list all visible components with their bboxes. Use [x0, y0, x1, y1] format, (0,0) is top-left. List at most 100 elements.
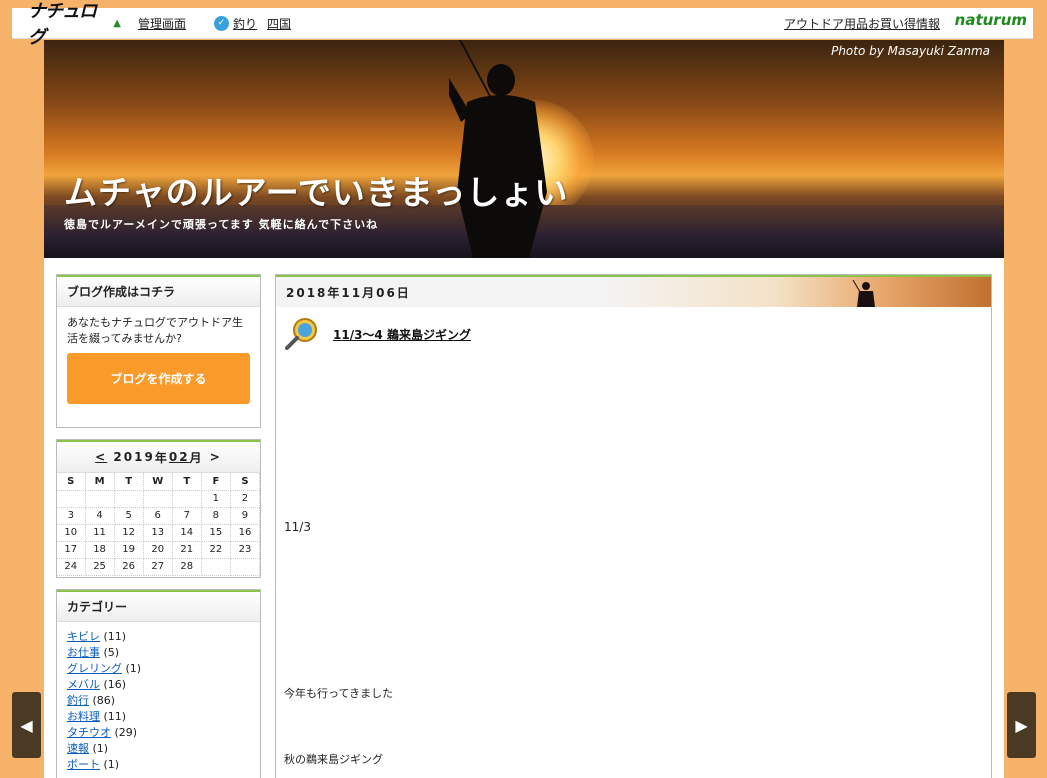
calendar-grid: S M T W T F S 1 2 3 4 5 6 7 8 9 10 11 12… — [57, 473, 261, 576]
calendar-day: 15 — [201, 524, 231, 542]
photo-credit: Photo by Masayuki Zanma — [831, 44, 990, 58]
calendar-day: 14 — [172, 524, 202, 542]
calendar-day: 26 — [114, 558, 144, 576]
calendar-day: 28 — [172, 558, 202, 576]
calendar-day: 10 — [57, 524, 86, 542]
entry-date: 2018年11月06日 — [286, 285, 411, 300]
main-content: 2018年11月06日 11/3～4 鵜来島ジギング 11/3 今年も行ってきま… — [275, 274, 992, 778]
admin-link[interactable]: 管理画面 — [138, 15, 186, 32]
site-logo[interactable]: ナチュログ ▲ — [28, 1, 121, 48]
category-item: メバル (16) — [67, 677, 250, 693]
top-navbar: ナチュログ ▲ 管理画面 ✓ 釣り 四国 アウトドア用品お買い得情報 natur… — [12, 1, 1033, 48]
create-blog-button[interactable]: ブログを作成する — [67, 353, 250, 404]
calendar-day — [57, 490, 86, 508]
next-page-button[interactable]: ▶ — [1007, 692, 1036, 758]
region-link-shikoku[interactable]: 四国 — [267, 15, 291, 32]
calendar-month[interactable]: 02 — [169, 450, 190, 464]
category-item: 釣行 (86) — [67, 693, 250, 709]
calendar-day: 21 — [172, 541, 202, 559]
category-item: お料理 (11) — [67, 709, 250, 725]
calendar-day: 25 — [85, 558, 115, 576]
blog-title[interactable]: ムチャのルアーでいきまっしょい — [64, 166, 568, 214]
category-item: グレリング (1) — [67, 661, 250, 677]
create-blog-heading: ブログ作成はコチラ — [57, 275, 260, 307]
calendar-day: 5 — [114, 507, 144, 525]
calendar-dow: W — [143, 473, 173, 491]
calendar: < 2019 年 02 月 > S M T W T F S 1 2 3 4 5 … — [56, 439, 261, 578]
category-heading: カテゴリー — [57, 590, 260, 622]
category-link[interactable]: ボート — [67, 758, 100, 771]
calendar-day — [114, 490, 144, 508]
create-blog-text: あなたもナチュログでアウトドア生活を綴ってみませんか? — [67, 316, 243, 345]
entry-title-link[interactable]: 11/3～4 鵜来島ジギング — [333, 326, 471, 343]
category-count: (11) — [103, 630, 127, 643]
calendar-day: 17 — [57, 541, 86, 559]
category-item: ボート (1) — [67, 757, 250, 773]
outdoor-deals-link[interactable]: アウトドア用品お買い得情報 — [784, 15, 940, 32]
blog-header[interactable]: Photo by Masayuki Zanma ムチャのルアーでいきまっしょい … — [44, 40, 1004, 258]
angler-mini-icon — [852, 280, 875, 307]
calendar-day: 24 — [57, 558, 86, 576]
category-count: (16) — [103, 678, 127, 691]
category-count: (1) — [103, 758, 120, 771]
calendar-prev-month[interactable]: < — [95, 450, 107, 464]
calendar-day: 8 — [201, 507, 231, 525]
category-list: キビレ (11) お仕事 (5) グレリング (1) メバル (16) 釣行 (… — [57, 622, 260, 778]
category-link[interactable]: グレリング — [67, 662, 122, 675]
category-link[interactable]: お料理 — [67, 710, 100, 723]
fishing-category-icon: ✓ — [214, 15, 230, 31]
calendar-year-suffix: 年 — [154, 450, 169, 465]
calendar-day: 11 — [85, 524, 115, 542]
category-link[interactable]: 速報 — [67, 742, 89, 755]
blog-subtitle: 徳島でルアーメインで頑張ってます 気軽に絡んで下さいね — [64, 218, 379, 231]
calendar-month-suffix: 月 — [189, 450, 204, 465]
category-item: キビレ (11) — [67, 629, 250, 645]
category-count: (1) — [92, 742, 109, 755]
arrow-left-icon: ◀ — [20, 715, 33, 735]
calendar-next-month[interactable]: > — [210, 450, 222, 464]
calendar-day: 20 — [143, 541, 173, 559]
entry-paragraph: 今年も行ってきました — [284, 687, 394, 700]
category-count: (86) — [92, 694, 116, 707]
calendar-day: 23 — [230, 541, 261, 559]
logo-mark-icon: ▲ — [113, 17, 121, 29]
category-link[interactable]: 釣行 — [67, 694, 89, 707]
category-count: (5) — [103, 646, 120, 659]
calendar-header: < 2019 年 02 月 > — [57, 440, 260, 473]
calendar-day — [172, 490, 202, 508]
entry-paragraph: 11/3 — [284, 520, 311, 534]
calendar-day: 4 — [85, 507, 115, 525]
calendar-day: 19 — [114, 541, 144, 559]
category-link[interactable]: キビレ — [67, 630, 100, 643]
calendar-day — [143, 490, 173, 508]
magnifier-icon — [285, 318, 317, 350]
calendar-day: 18 — [85, 541, 115, 559]
create-blog-box: ブログ作成はコチラ あなたもナチュログでアウトドア生活を綴ってみませんか? ブロ… — [56, 274, 261, 428]
calendar-day: 9 — [230, 507, 261, 525]
calendar-day: 7 — [172, 507, 202, 525]
calendar-day — [85, 490, 115, 508]
calendar-day: 27 — [143, 558, 173, 576]
calendar-day: 6 — [143, 507, 173, 525]
entry-date-bar: 2018年11月06日 — [276, 275, 991, 307]
naturum-logo[interactable]: naturum — [955, 11, 1027, 29]
calendar-dow: M — [85, 473, 115, 491]
calendar-dow: S — [230, 473, 261, 491]
category-item: タチウオ (29) — [67, 725, 250, 741]
angler-silhouette-image — [449, 64, 547, 258]
category-item: 速報 (1) — [67, 741, 250, 757]
category-link[interactable]: お仕事 — [67, 646, 100, 659]
calendar-day: 3 — [57, 507, 86, 525]
calendar-year: 2019 — [113, 450, 155, 464]
category-box: カテゴリー キビレ (11) お仕事 (5) グレリング (1) メバル (16… — [56, 589, 261, 778]
calendar-dow: T — [172, 473, 202, 491]
calendar-day: 2 — [230, 490, 261, 508]
category-item: お仕事 (5) — [67, 645, 250, 661]
calendar-day: 12 — [114, 524, 144, 542]
category-link[interactable]: タチウオ — [67, 726, 111, 739]
calendar-dow: S — [57, 473, 86, 491]
category-link[interactable]: メバル — [67, 678, 100, 691]
category-link-fishing[interactable]: 釣り — [233, 15, 257, 32]
prev-page-button[interactable]: ◀ — [12, 692, 41, 758]
calendar-day: 13 — [143, 524, 173, 542]
